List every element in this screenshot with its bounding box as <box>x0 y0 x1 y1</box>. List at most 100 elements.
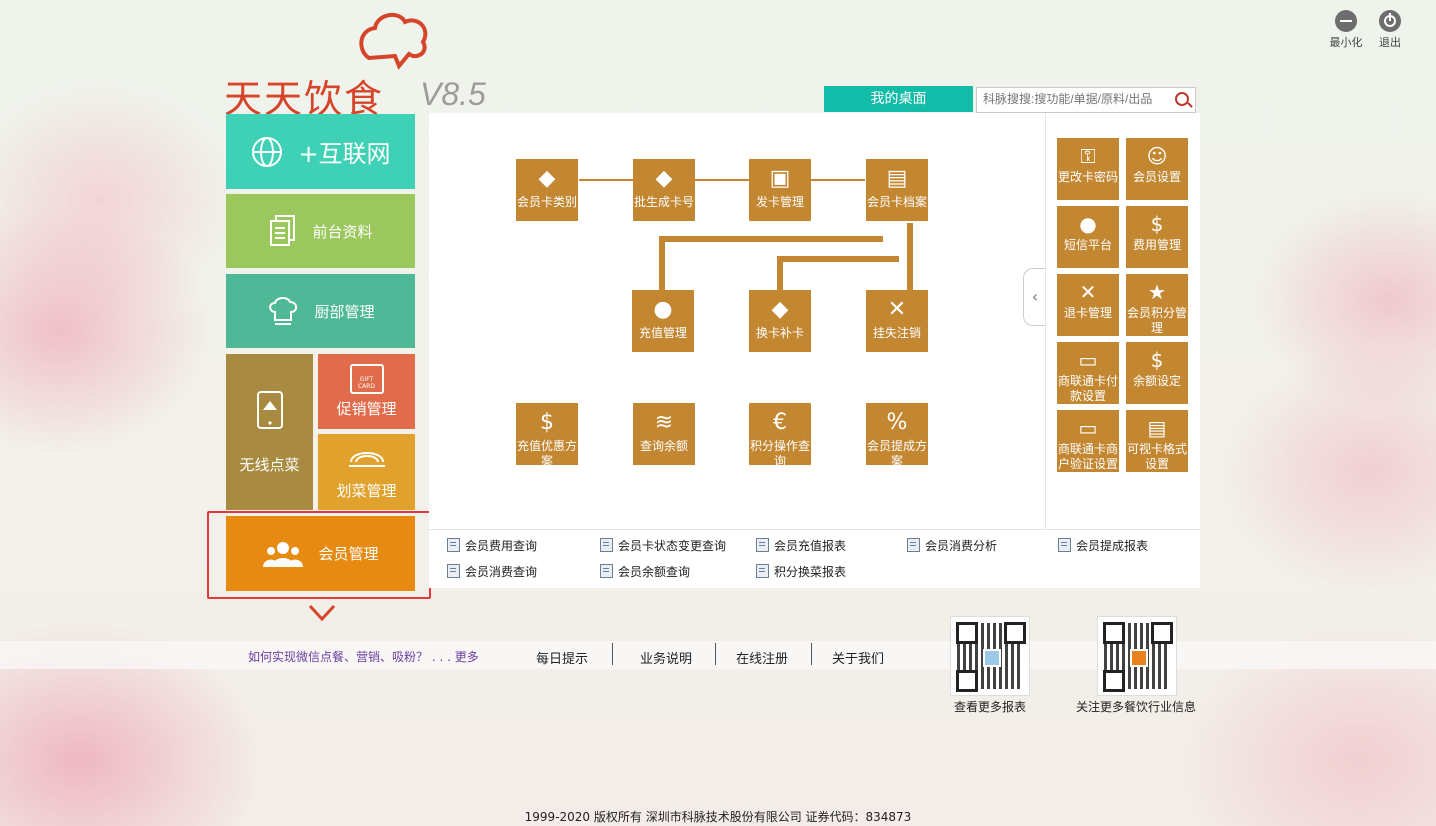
cash-icon: $ <box>1150 348 1164 372</box>
flow-line <box>659 236 883 242</box>
nav-front-desk-label: 前台资料 <box>312 222 373 241</box>
btn-member-settings[interactable]: ☺ 会员设置 <box>1126 138 1188 200</box>
flow-arrow <box>579 179 633 181</box>
about-link[interactable]: 关于我们 <box>832 648 884 667</box>
btn-points-mgmt[interactable]: ★ 会员积分管理 <box>1126 274 1188 336</box>
btn-sms[interactable]: ● 短信平台 <box>1057 206 1119 268</box>
brand-icon <box>1130 649 1148 667</box>
divider <box>429 529 1200 530</box>
nav-front-desk[interactable]: 前台资料 <box>226 194 415 268</box>
logo-version: V8.5 <box>420 76 486 112</box>
nav-internet-label: +互联网 <box>298 140 391 168</box>
gift-card-icon: GIFT CARD <box>349 364 384 394</box>
promo-link[interactable]: 如何实现微信点餐、营销、吸粉？ . . . 更多 <box>248 648 479 665</box>
report-link[interactable]: 会员费用查询 <box>447 537 537 554</box>
btn-slt-pay[interactable]: ▭ 商联通卡付款设置 <box>1057 342 1119 404</box>
nav-wireless-label: 无线点菜 <box>239 455 300 474</box>
btn-commission[interactable]: % 会员提成方案 <box>866 403 928 468</box>
banknotes-icon: $ <box>1150 212 1164 236</box>
report-link[interactable]: 会员消费分析 <box>907 537 997 554</box>
nav-promotion[interactable]: GIFT CARD 促销管理 <box>318 354 415 429</box>
card-delete-icon: ✕ <box>1079 280 1097 304</box>
btn-fee-mgmt[interactable]: $ 费用管理 <box>1126 206 1188 268</box>
star-ribbon-icon: ★ <box>1148 280 1166 304</box>
btn-change-pwd[interactable]: ⚿ 更改卡密码 <box>1057 138 1119 200</box>
search-box <box>976 87 1196 113</box>
report-link[interactable]: 会员余额查询 <box>600 563 690 580</box>
report-link[interactable]: 会员卡状态变更查询 <box>600 537 726 554</box>
bottom-bar <box>0 641 1436 669</box>
report-icon <box>447 538 460 552</box>
tablet-icon <box>256 390 283 429</box>
btn-batch-gen[interactable]: ◆ 批生成卡号 <box>633 159 695 221</box>
report-icon <box>1058 538 1071 552</box>
btn-card-archive[interactable]: ▤ 会员卡档案 <box>866 159 928 221</box>
btn-balance-query[interactable]: ≋ 查询余额 <box>633 403 695 465</box>
flow-line <box>777 256 899 262</box>
btn-slt-verify[interactable]: ▭ 商联通卡商户验证设置 <box>1057 410 1119 472</box>
chevron-down-icon[interactable] <box>308 604 336 622</box>
users-icon <box>263 541 304 567</box>
btn-lost[interactable]: ✕ 挂失注销 <box>866 290 928 352</box>
register-link[interactable]: 在线注册 <box>736 648 788 667</box>
nav-member-label: 会员管理 <box>318 545 379 563</box>
report-link[interactable]: 积分换菜报表 <box>756 563 846 580</box>
money-bag-icon: $ <box>540 410 554 435</box>
btn-visual-card[interactable]: ▤ 可视卡格式设置 <box>1126 410 1188 472</box>
qr2-label: 关注更多餐饮行业信息 <box>1076 700 1197 714</box>
nav-member[interactable]: 会员管理 <box>226 516 415 591</box>
business-link[interactable]: 业务说明 <box>640 648 692 667</box>
id-card-icon: ▣ <box>769 166 791 191</box>
tag-icon: ◆ <box>538 166 556 191</box>
search-icon[interactable] <box>1175 92 1189 106</box>
nav-dish-mark[interactable]: 划菜管理 <box>318 434 415 510</box>
qr-code-reports <box>950 616 1030 696</box>
power-icon <box>1379 10 1401 32</box>
flow-arrow <box>811 179 865 181</box>
collapse-handle[interactable]: ‹ <box>1023 268 1046 326</box>
gift-card-text: GIFT CARD <box>357 376 376 390</box>
btn-refund[interactable]: ✕ 退卡管理 <box>1057 274 1119 336</box>
btn-recharge[interactable]: ● 充值管理 <box>632 290 694 352</box>
report-icon <box>447 564 460 578</box>
coin-stack-icon: ≋ <box>654 410 674 435</box>
chevron-left-icon: ‹ <box>1031 287 1039 306</box>
card-verify-icon: ▭ <box>1078 416 1098 440</box>
chef-hat-icon <box>269 297 298 325</box>
exit-button[interactable]: 退出 <box>1370 10 1410 50</box>
euro-search-icon: € <box>773 410 787 435</box>
btn-issue[interactable]: ▣ 发卡管理 <box>749 159 811 221</box>
minimize-button[interactable]: 最小化 <box>1326 10 1366 50</box>
percent-hand-icon: % <box>886 410 908 435</box>
btn-replace[interactable]: ◆ 换卡补卡 <box>749 290 811 352</box>
btn-card-type[interactable]: ◆ 会员卡类别 <box>516 159 578 221</box>
documents-icon <box>270 215 296 246</box>
minimize-label: 最小化 <box>1329 36 1363 49</box>
qr-code-industry <box>1097 616 1177 696</box>
pay-icon: ▭ <box>1078 348 1098 372</box>
coins-icon: ● <box>653 297 673 322</box>
nav-kitchen[interactable]: 厨部管理 <box>226 274 415 348</box>
btn-points-query[interactable]: € 积分操作查询 <box>749 403 811 468</box>
daily-tip-link[interactable]: 每日提示 <box>536 648 588 667</box>
id-badge-icon: ▤ <box>1147 416 1167 440</box>
separator <box>612 643 613 665</box>
nav-internet[interactable]: +互联网 <box>226 114 415 189</box>
search-input[interactable] <box>977 88 1175 110</box>
nav-promotion-label: 促销管理 <box>336 400 397 418</box>
btn-recharge-promo[interactable]: $ 充值优惠方案 <box>516 403 578 468</box>
chef-hat-logo-icon <box>359 12 428 70</box>
btn-balance-set[interactable]: $ 余额设定 <box>1126 342 1188 404</box>
flow-line <box>777 256 783 291</box>
report-icon <box>600 538 613 552</box>
report-link[interactable]: 会员消费查询 <box>447 563 537 580</box>
flow-line <box>659 236 665 291</box>
nav-wireless[interactable]: 无线点菜 <box>226 354 313 510</box>
report-link[interactable]: 会员充值报表 <box>756 537 846 554</box>
report-icon <box>907 538 920 552</box>
separator <box>715 643 716 665</box>
dish-icon <box>348 451 385 467</box>
tab-my-desktop[interactable]: 我的桌面 <box>824 86 973 112</box>
qr1-label: 查看更多报表 <box>954 700 1027 714</box>
report-link[interactable]: 会员提成报表 <box>1058 537 1148 554</box>
